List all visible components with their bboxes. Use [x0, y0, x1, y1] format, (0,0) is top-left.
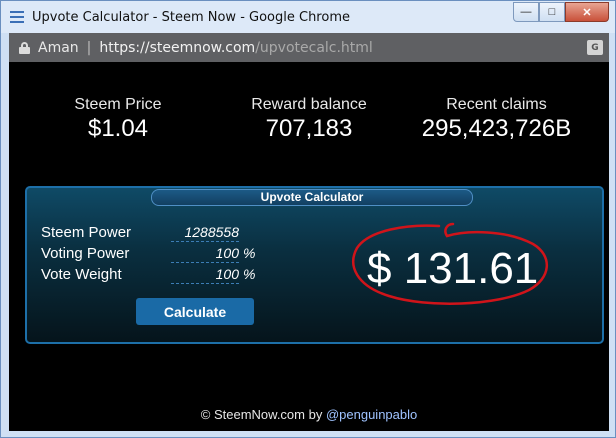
reward-balance-stat: Reward balance 707,183 [234, 96, 384, 143]
upvote-calculator-panel: Upvote Calculator Steem Power 1288558 Vo… [25, 186, 604, 344]
footer: © SteemNow.com by @penguinpablo [9, 407, 609, 422]
voting-power-input[interactable]: 100 [171, 245, 239, 263]
translate-icon[interactable]: G [587, 40, 603, 55]
url-path[interactable]: /upvotecalc.html [255, 40, 373, 56]
address-separator: | [86, 39, 92, 56]
steem-power-input[interactable]: 1288558 [171, 224, 239, 242]
recent-claims-stat: Recent claims 295,423,726B [409, 96, 584, 143]
reward-balance-value: 707,183 [265, 115, 353, 142]
steem-price-value: $1.04 [87, 115, 149, 142]
vote-weight-label: Vote Weight [41, 266, 122, 283]
steem-power-label: Steem Power [41, 224, 132, 241]
voting-power-label: Voting Power [41, 245, 130, 262]
menu-icon [10, 11, 24, 23]
site-identity[interactable]: Aman [38, 40, 79, 56]
recent-claims-value: 295,423,726B [421, 115, 572, 142]
footer-copyright: © SteemNow.com by [200, 407, 326, 422]
address-bar[interactable]: Aman | https://steemnow.com/upvotecalc.h… [9, 33, 609, 62]
lock-icon[interactable] [19, 41, 30, 54]
reward-balance-label: Reward balance [251, 96, 367, 113]
browser-window: Upvote Calculator - Steem Now - Google C… [0, 0, 616, 438]
page-content: Steem Price $1.04 Reward balance 707,183… [9, 62, 609, 431]
window-controls: — □ ✕ [513, 2, 609, 22]
minimize-button[interactable]: — [513, 2, 539, 22]
author-link[interactable]: @penguinpablo [326, 407, 417, 422]
steem-price-stat: Steem Price $1.04 [53, 96, 183, 143]
vote-weight-row: Vote Weight 100 % [41, 266, 255, 284]
voting-power-suffix: % [243, 245, 256, 261]
url-host[interactable]: https://steemnow.com [99, 40, 255, 56]
vote-weight-suffix: % [243, 266, 256, 282]
steem-price-label: Steem Price [74, 96, 162, 113]
maximize-button[interactable]: □ [539, 2, 565, 22]
vote-weight-input[interactable]: 100 [171, 266, 239, 284]
calculate-button[interactable]: Calculate [136, 298, 254, 325]
title-bar: Upvote Calculator - Steem Now - Google C… [1, 1, 615, 33]
panel-header: Upvote Calculator [151, 189, 473, 206]
recent-claims-label: Recent claims [446, 96, 547, 113]
window-title: Upvote Calculator - Steem Now - Google C… [32, 9, 350, 25]
upvote-value-result: $ 131.61 [367, 244, 539, 293]
steem-power-row: Steem Power 1288558 [41, 224, 239, 242]
close-button[interactable]: ✕ [565, 2, 609, 22]
voting-power-row: Voting Power 100 % [41, 245, 255, 263]
